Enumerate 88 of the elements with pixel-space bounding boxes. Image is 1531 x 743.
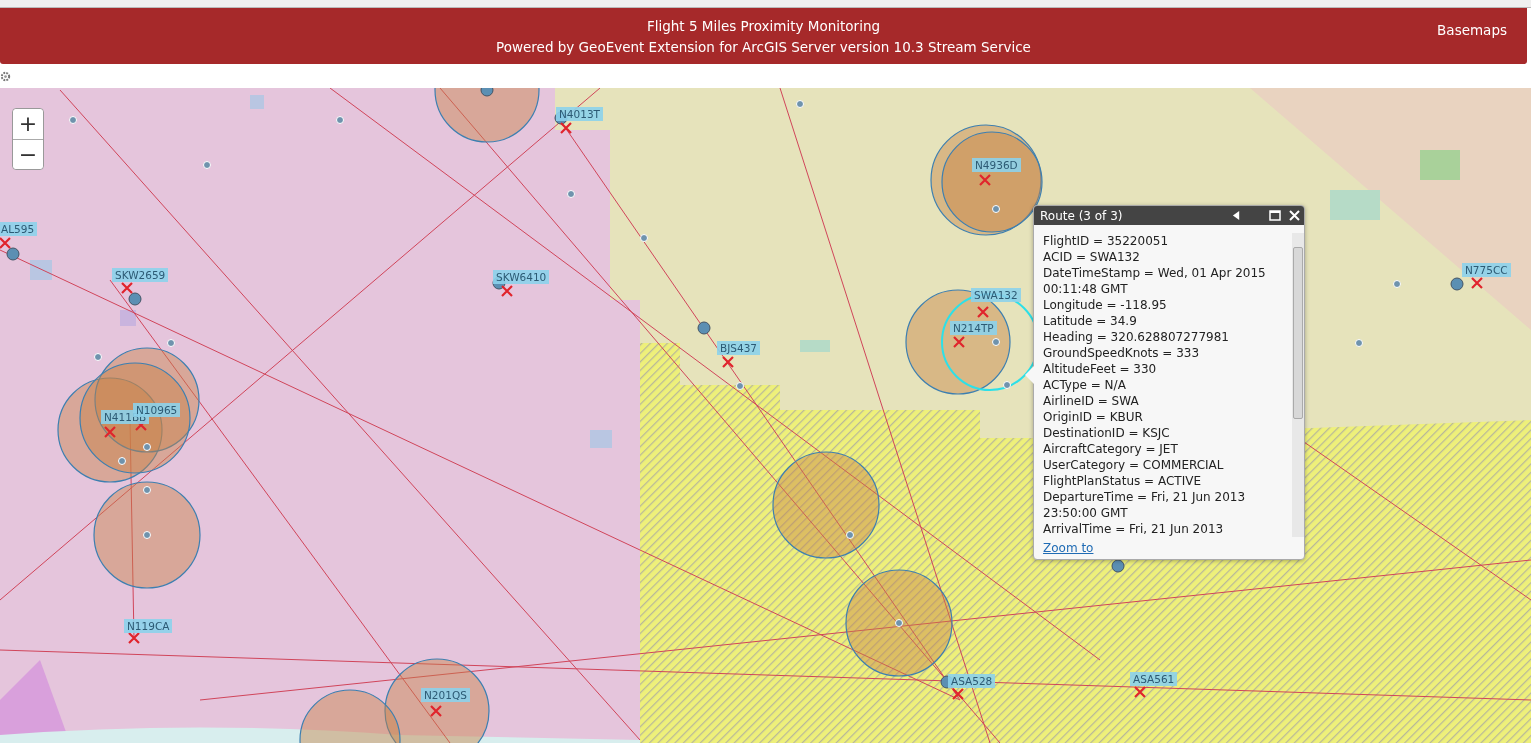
waypoint-dot xyxy=(640,234,648,242)
waypoint-dot xyxy=(118,457,126,465)
waypoint-dot xyxy=(567,190,575,198)
plane-icon[interactable] xyxy=(1133,685,1147,699)
plane-icon[interactable] xyxy=(0,236,12,250)
app-title: Flight 5 Miles Proximity Monitoring xyxy=(646,17,880,34)
flight-label[interactable]: N201QS xyxy=(421,688,470,702)
land-cover-patch xyxy=(800,340,830,352)
plane-icon[interactable] xyxy=(721,355,735,369)
waypoint-dot xyxy=(1355,339,1363,347)
waypoint-dot xyxy=(69,116,77,124)
plane-icon[interactable] xyxy=(127,631,141,645)
popup-scrollbar[interactable] xyxy=(1292,233,1304,537)
attribute-line: AirlineID = SWA xyxy=(1043,393,1140,409)
close-icon[interactable] xyxy=(1289,210,1300,221)
attribute-line: Latitude = 34.9 xyxy=(1043,313,1138,329)
waypoint-dot xyxy=(336,116,344,124)
plane-icon[interactable] xyxy=(1470,276,1484,290)
waypoint-dot xyxy=(143,531,151,539)
plane-icon[interactable] xyxy=(500,284,514,298)
flight-label[interactable]: N119CA xyxy=(124,619,173,633)
attribute-line: DepartureTime = Fri, 21 Jun 2013 23:50:00 GMT xyxy=(1043,489,1247,521)
land-cover-patch xyxy=(590,430,612,448)
plane-icon[interactable] xyxy=(978,173,992,187)
attribute-line: Longitude = -118.95 xyxy=(1043,297,1168,313)
attribute-line: OriginID = KBUR xyxy=(1043,409,1144,425)
plane-icon[interactable] xyxy=(952,335,966,349)
aircraft-position-dot xyxy=(128,292,142,306)
aircraft-position-dot xyxy=(6,247,20,261)
attribute-line: FlightID = 35220051 xyxy=(1043,233,1170,249)
attribute-line: ACType = N/A xyxy=(1043,377,1127,393)
waypoint-dot xyxy=(796,100,804,108)
flight-label[interactable]: N4936D xyxy=(972,158,1021,172)
land-cover-patch xyxy=(250,95,264,109)
maximize-icon[interactable] xyxy=(1269,210,1281,221)
attribute-line: UserCategory = COMMERCIAL xyxy=(1043,457,1225,473)
waypoint-dot xyxy=(736,382,744,390)
attribute-line: ArrivalTime = Fri, 21 Jun 2013 xyxy=(1043,521,1225,537)
flight-label[interactable]: ASA528 xyxy=(948,674,996,688)
land-cover-patch xyxy=(30,260,52,280)
flight-label[interactable]: AL595 xyxy=(0,222,38,236)
basemaps-button[interactable]: Basemaps xyxy=(1437,22,1507,38)
waypoint-dot xyxy=(992,205,1000,213)
plane-icon[interactable] xyxy=(559,121,573,135)
flight-label[interactable]: N4013T xyxy=(556,107,603,121)
aircraft-position-dot xyxy=(697,321,711,335)
gear-icon[interactable] xyxy=(0,70,11,82)
aircraft-position-dot xyxy=(1111,559,1125,573)
zoom-to-link[interactable]: Zoom to xyxy=(1043,541,1094,555)
flight-label[interactable]: BJS437 xyxy=(717,341,760,355)
flight-label[interactable]: N10965 xyxy=(133,403,181,417)
waypoint-dot xyxy=(846,531,854,539)
land-cover-patch xyxy=(1330,190,1380,220)
flight-label[interactable]: SKW6410 xyxy=(493,270,550,284)
land-cover-patch xyxy=(120,310,136,326)
waypoint-dot xyxy=(1393,280,1401,288)
previous-icon[interactable] xyxy=(1232,211,1241,220)
waypoint-dot xyxy=(203,161,211,169)
flight-label[interactable]: N214TP xyxy=(950,321,997,335)
attribute-line: GroundSpeedKnots = 333 xyxy=(1043,345,1201,361)
attribute-line: FlightPlanStatus = ACTIVE xyxy=(1043,473,1202,489)
land-cover-patch xyxy=(1420,150,1460,180)
waypoint-dot xyxy=(167,339,175,347)
plane-icon[interactable] xyxy=(103,425,117,439)
flight-label[interactable]: SWA132 xyxy=(971,288,1021,302)
plane-icon[interactable] xyxy=(976,305,990,319)
plane-icon[interactable] xyxy=(120,281,134,295)
aircraft-position-dot xyxy=(1450,277,1464,291)
flight-label[interactable]: ASA561 xyxy=(1130,672,1178,686)
plane-icon[interactable] xyxy=(429,704,443,718)
zoom-out-button[interactable]: − xyxy=(13,139,43,169)
attribute-line: AircraftCategory = JET xyxy=(1043,441,1179,457)
waypoint-dot xyxy=(143,486,151,494)
attribute-line: Heading = 320.628807277981 xyxy=(1043,329,1230,345)
app-subtitle: Powered by GeoEvent Extension for ArcGIS Server version 10.3 Stream Service xyxy=(496,38,1031,55)
waypoint-dot xyxy=(1003,381,1011,389)
popup-title: Route (3 of 3) xyxy=(1040,208,1124,223)
flight-label[interactable]: N775CC xyxy=(1462,263,1511,277)
flight-label[interactable]: SKW2659 xyxy=(112,268,169,282)
attribute-line: AltitudeFeet = 330 xyxy=(1043,361,1158,377)
waypoint-dot xyxy=(895,619,903,627)
attribute-line: DestinationID = KSJC xyxy=(1043,425,1171,441)
plane-icon[interactable] xyxy=(951,687,965,701)
waypoint-dot xyxy=(143,443,151,451)
waypoint-dot xyxy=(992,338,1000,346)
attribute-line: DateTimeStamp = Wed, 01 Apr 2015 00:11:48 GMT xyxy=(1043,265,1267,297)
attribute-line: ACID = SWA132 xyxy=(1043,249,1141,265)
waypoint-dot xyxy=(94,353,102,361)
